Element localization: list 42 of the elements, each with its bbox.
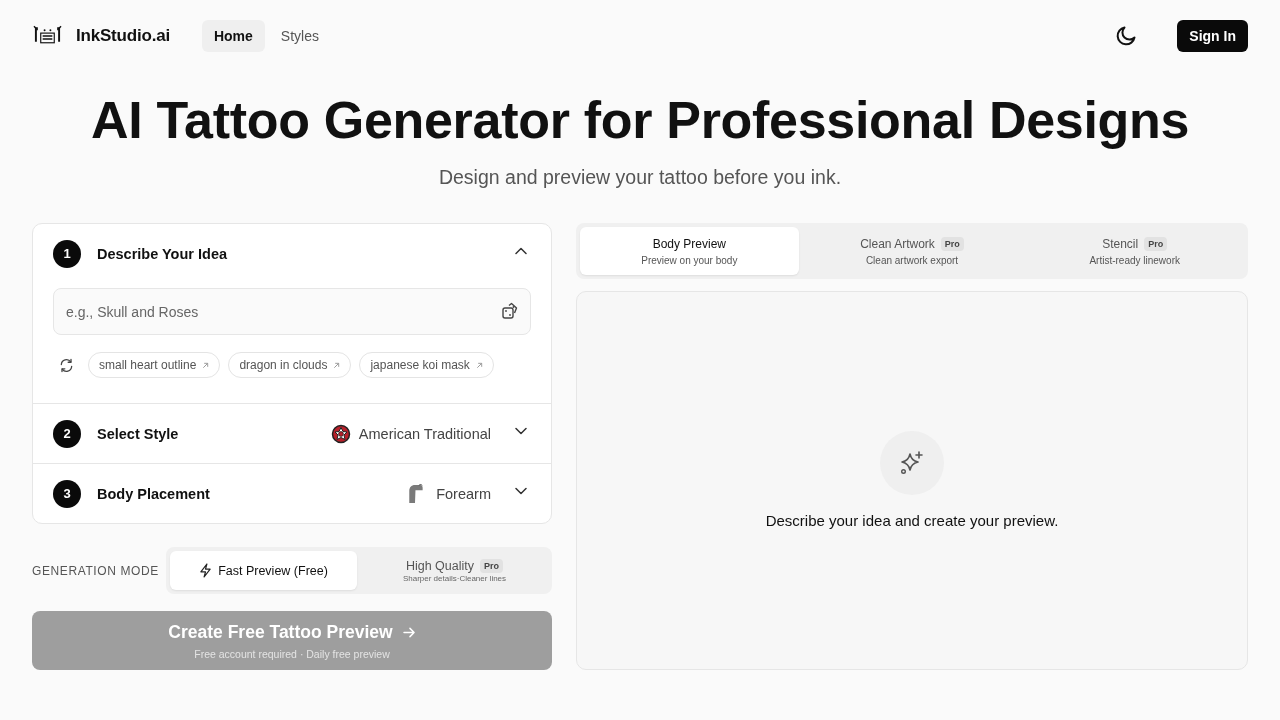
moon-icon[interactable] <box>1115 25 1138 47</box>
preview-tab[interactable]: Stencil Pro Artist-ready linework <box>1025 227 1244 275</box>
lightning-icon <box>199 563 213 578</box>
arm-icon <box>406 483 425 504</box>
arrow-up-right-icon <box>333 361 341 369</box>
preview-tab[interactable]: Body Preview Preview on your body <box>580 227 799 275</box>
chevron-icon[interactable] <box>515 426 527 435</box>
star-emblem-icon <box>330 423 351 444</box>
suggestion-chip[interactable]: dragon in clouds <box>228 352 352 378</box>
chevron-icon[interactable] <box>515 486 527 495</box>
step-number: 3 <box>53 479 81 508</box>
nav-link[interactable]: Home <box>201 20 265 52</box>
sign-in-button[interactable]: Sign In <box>1177 20 1248 52</box>
step-value[interactable]: Forearm <box>436 485 491 502</box>
step-title: Body Placement <box>97 485 210 502</box>
refresh-icon[interactable] <box>59 357 74 373</box>
suggestion-chip[interactable]: small heart outline <box>88 352 221 378</box>
preview-empty-message: Describe your idea and create your preview. <box>765 510 1059 531</box>
preview-tab[interactable]: Clean Artwork Pro Clean artwork export <box>802 227 1022 275</box>
dice-icon[interactable] <box>501 302 519 320</box>
step-title: Describe Your Idea <box>97 245 228 262</box>
arrow-up-right-icon <box>475 361 483 369</box>
sparkle-icon <box>880 430 944 495</box>
pro-badge: Pro <box>480 558 504 573</box>
chevron-icon[interactable] <box>515 246 527 255</box>
mode-option[interactable]: Fast Preview (Free) <box>170 551 357 590</box>
step-value[interactable]: American Traditional <box>358 425 491 442</box>
step-title: Select Style <box>97 425 179 442</box>
brand-name: InkStudio.ai <box>76 26 170 46</box>
suggestion-chip[interactable]: japanese koi mask <box>359 352 494 378</box>
pro-badge: Pro <box>1144 236 1168 251</box>
mode-option[interactable]: High Quality Pro Sharper details·Cleaner lines <box>361 551 548 590</box>
arrow-up-right-icon <box>202 361 210 369</box>
generation-mode-label: GENERATION MODE <box>32 563 160 578</box>
page-subtitle: Design and preview your tattoo before you ink. <box>437 165 843 190</box>
idea-input-field[interactable]: e.g., Skull and Roses <box>53 288 531 335</box>
nav-link[interactable]: Styles <box>268 20 331 52</box>
arrow-right-icon <box>402 626 416 638</box>
pro-badge: Pro <box>940 236 964 251</box>
page-title: AI Tattoo Generator for Professional Designs <box>89 90 1191 150</box>
step-number: 2 <box>53 419 81 448</box>
step-number: 1 <box>53 239 81 268</box>
